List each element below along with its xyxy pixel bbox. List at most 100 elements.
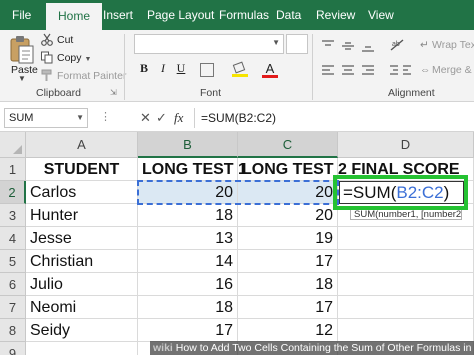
dialog-launcher-icon[interactable]: ⇲ [110, 88, 117, 97]
table-cell-student[interactable]: Neomi [26, 296, 138, 319]
tab-page-layout[interactable]: Page Layout [147, 0, 214, 30]
svg-text:ab: ab [392, 41, 400, 48]
wrap-text-label: Wrap Text [432, 39, 474, 51]
watermark-title: How to Add Two Cells Containing the Sum … [175, 342, 474, 354]
table-cell-student[interactable]: Seidy [26, 319, 138, 342]
chevron-down-icon: ▼ [84, 56, 92, 63]
row-header-2[interactable]: 2 [0, 181, 26, 204]
font-size-select[interactable] [286, 34, 308, 54]
cut-label: Cut [57, 34, 74, 46]
row-header-8[interactable]: 8 [0, 319, 26, 342]
table-cell-student[interactable]: Julio [26, 273, 138, 296]
column-header-a[interactable]: A [26, 132, 138, 158]
tab-insert[interactable]: Insert [103, 0, 133, 30]
highlight-box [333, 175, 468, 210]
table-cell-test2[interactable]: 19 [238, 227, 338, 250]
tab-home[interactable]: Home [46, 3, 103, 30]
enter-icon[interactable]: ✓ [156, 110, 167, 126]
table-cell-final-score[interactable] [338, 273, 474, 296]
format-painter-button[interactable]: Format Painter [40, 69, 126, 84]
wrap-text-button[interactable]: ↵Wrap Text [420, 39, 474, 51]
column-header-c[interactable]: C [238, 132, 338, 158]
ribbon: Paste ▼ Cut Copy ▼ Format Painter Clipbo… [0, 30, 474, 102]
formula-input[interactable]: =SUM(B2:C2) [201, 111, 276, 125]
table-cell-student[interactable]: Jesse [26, 227, 138, 250]
copy-label: Copy [57, 52, 82, 64]
table-cell-test1[interactable]: 18 [138, 204, 238, 227]
table-cell-test2[interactable]: 17 [238, 250, 338, 273]
name-box[interactable]: SUM ▼ [4, 108, 88, 128]
table-cell-test1[interactable]: 18 [138, 296, 238, 319]
wikihow-logo: wiki [153, 342, 173, 354]
ribbon-tab-bar: File Home Insert Page Layout Formulas Da… [0, 0, 474, 30]
tab-view[interactable]: View [368, 0, 394, 30]
header-cell-long-test-1[interactable]: LONG TEST 1 [138, 158, 247, 181]
table-cell-final-score[interactable] [338, 296, 474, 319]
font-group-label: Font [200, 87, 222, 99]
column-header-d[interactable]: D [338, 132, 474, 158]
merge-center-label: Merge & Ce [432, 64, 474, 76]
tab-formulas[interactable]: Formulas [219, 0, 269, 30]
table-cell-student[interactable]: Hunter [26, 204, 138, 227]
orientation-icon[interactable]: ab [388, 38, 410, 52]
column-header-b[interactable]: B [138, 132, 238, 158]
clipboard-group-label: Clipboard [36, 87, 81, 99]
borders-icon[interactable] [200, 63, 214, 77]
table-cell-final-score[interactable] [338, 250, 474, 273]
table-cell-test1[interactable]: 13 [138, 227, 238, 250]
tab-file[interactable]: File [12, 0, 31, 30]
tab-review[interactable]: Review [316, 0, 355, 30]
row-header-4[interactable]: 4 [0, 227, 26, 250]
fill-color-icon[interactable] [232, 61, 248, 77]
table-cell-final-score[interactable] [338, 319, 474, 342]
group-divider [312, 34, 313, 100]
vertical-align-icons[interactable] [320, 39, 380, 53]
table-cell-test1[interactable]: 17 [138, 319, 238, 342]
merge-icon: ⇔ [420, 64, 431, 76]
table-cell-test1[interactable]: 16 [138, 273, 238, 296]
table-cell-student[interactable]: Carlos [26, 181, 138, 204]
italic-button[interactable]: I [156, 61, 170, 79]
reference-range-outline [137, 180, 339, 205]
bold-button[interactable]: B [136, 61, 152, 79]
horizontal-align-icons[interactable] [320, 64, 380, 78]
cancel-icon[interactable]: ✕ [140, 110, 151, 126]
table-cell-test2[interactable]: 12 [238, 319, 338, 342]
select-all-button[interactable] [0, 132, 26, 158]
table-cell-test2[interactable]: 18 [238, 273, 338, 296]
row-header-5[interactable]: 5 [0, 250, 26, 273]
cut-button[interactable]: Cut [40, 33, 73, 48]
font-color-icon[interactable]: A [262, 61, 278, 78]
copy-button[interactable]: Copy ▼ [40, 51, 91, 66]
brush-icon [41, 69, 52, 81]
row-header-1[interactable]: 1 [0, 158, 26, 181]
row-header-6[interactable]: 6 [0, 273, 26, 296]
paste-icon [10, 36, 34, 64]
copy-icon [41, 51, 53, 64]
table-cell-empty[interactable] [26, 342, 138, 355]
table-cell-test2[interactable]: 17 [238, 296, 338, 319]
font-name-select[interactable]: ▼ [134, 34, 284, 54]
row-header-7[interactable]: 7 [0, 296, 26, 319]
chevron-down-icon: ▼ [272, 38, 280, 47]
row-header-9[interactable]: 9 [0, 342, 26, 355]
header-cell-long-test-2[interactable]: LONG TEST 2 [238, 158, 347, 181]
group-divider [124, 34, 125, 100]
insert-function-button[interactable]: fx [174, 110, 183, 126]
underline-button[interactable]: U [174, 61, 188, 79]
header-cell-student[interactable]: STUDENT [26, 158, 138, 181]
table-cell-final-score[interactable] [338, 227, 474, 250]
chevron-down-icon: ▼ [76, 113, 84, 122]
table-cell-test1[interactable]: 14 [138, 250, 238, 273]
merge-center-button[interactable]: ⇔Merge & Ce [420, 64, 474, 76]
chevron-down-icon: ▼ [18, 74, 26, 83]
format-painter-label: Format Painter [57, 70, 127, 82]
indent-icons[interactable] [388, 64, 414, 78]
scissors-icon [41, 33, 53, 46]
name-box-value: SUM [9, 112, 34, 124]
worksheet-grid: A B C D 1 2 3 4 5 6 7 8 9 STUDENT LONG T… [0, 132, 474, 355]
table-cell-test2[interactable]: 20 [238, 204, 338, 227]
table-cell-student[interactable]: Christian [26, 250, 138, 273]
row-header-3[interactable]: 3 [0, 204, 26, 227]
tab-data[interactable]: Data [276, 0, 301, 30]
